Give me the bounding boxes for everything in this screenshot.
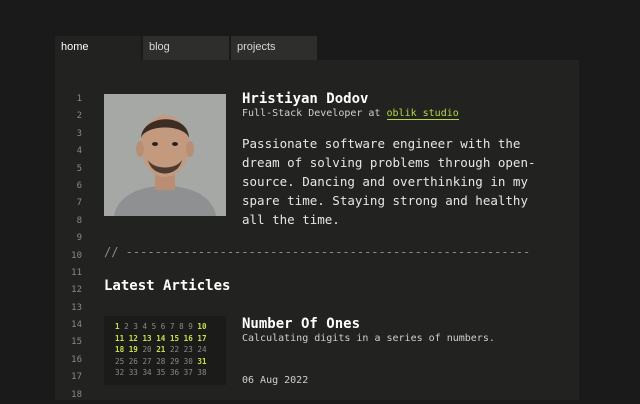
line-number: 16 bbox=[71, 354, 82, 365]
article-date: 06 Aug 2022 bbox=[242, 375, 309, 386]
tab-projects[interactable]: projects bbox=[231, 36, 317, 60]
thumbnail-number: 9 bbox=[188, 322, 193, 331]
thumbnail-number: 10 bbox=[197, 322, 207, 331]
line-number: 14 bbox=[71, 320, 82, 331]
thumbnail-number: 22 bbox=[169, 345, 180, 354]
thumbnail-row: 32 33 34 35 36 37 38 bbox=[115, 367, 226, 379]
company-link[interactable]: oblik studio bbox=[386, 108, 459, 120]
thumbnail-number: 23 bbox=[183, 345, 193, 354]
thumbnail-number: 16 bbox=[183, 333, 193, 343]
thumbnail-number: 33 bbox=[128, 368, 138, 377]
line-number: 6 bbox=[76, 180, 82, 191]
thumbnail-number: 17 bbox=[197, 333, 207, 343]
profile-bio: Passionate software engineer with the dr… bbox=[242, 136, 536, 227]
thumbnail-row: 25 26 27 28 29 30 31 bbox=[115, 356, 226, 368]
line-number: 8 bbox=[76, 215, 82, 226]
line-number: 5 bbox=[76, 163, 82, 174]
line-number: 12 bbox=[71, 285, 82, 296]
line-number: 4 bbox=[76, 146, 82, 157]
thumbnail-number: 36 bbox=[169, 368, 180, 377]
thumbnail-number: 35 bbox=[156, 368, 166, 377]
editor-panel: 1 2 3 4 5 6 7 8 9 10 11 12 13 14 15 16 17 18 Hristiyan Do… bbox=[55, 60, 579, 400]
thumbnail-number: 29 bbox=[169, 356, 180, 366]
thumbnail-number: 6 bbox=[160, 322, 166, 331]
line-number: 15 bbox=[71, 337, 82, 348]
line-number: 10 bbox=[71, 250, 82, 261]
tab-bar: home blog projects bbox=[55, 36, 319, 60]
thumbnail-number: 13 bbox=[142, 333, 152, 343]
line-number: 13 bbox=[71, 302, 82, 313]
article-title-link[interactable]: Number Of Ones bbox=[242, 316, 360, 332]
role-text: Full-Stack Developer at bbox=[242, 108, 381, 119]
thumbnail-number: 8 bbox=[179, 322, 184, 331]
line-number: 9 bbox=[76, 233, 82, 244]
line-number: 2 bbox=[76, 111, 82, 122]
thumbnail-row: 1 2 3 4 5 6 7 8 9 10 bbox=[115, 321, 226, 333]
thumbnail-number: 30 bbox=[183, 356, 193, 366]
thumbnail-number: 28 bbox=[156, 356, 166, 366]
profile-photo bbox=[104, 94, 226, 216]
section-divider-comment: // -------------------------------------… bbox=[104, 245, 530, 259]
thumbnail-number: 11 bbox=[115, 333, 125, 343]
thumbnail-number: 15 bbox=[169, 333, 180, 343]
line-number: 7 bbox=[76, 198, 82, 209]
thumbnail-number: 14 bbox=[156, 333, 166, 343]
thumbnail-number: 3 bbox=[133, 322, 138, 331]
article-description: Calculating digits in a series of number… bbox=[242, 333, 495, 344]
thumbnail-number: 27 bbox=[142, 356, 152, 366]
line-number: 18 bbox=[71, 389, 82, 400]
line-number: 11 bbox=[71, 267, 82, 278]
thumbnail-number: 34 bbox=[142, 368, 152, 377]
thumbnail-number: 32 bbox=[115, 368, 125, 377]
line-number-gutter: 1 2 3 4 5 6 7 8 9 10 11 12 13 14 15 16 17 18 bbox=[55, 91, 95, 404]
profile-name: Hristiyan Dodov bbox=[242, 91, 369, 107]
thumbnail-number: 38 bbox=[197, 368, 207, 377]
latest-articles-heading: Latest Articles bbox=[104, 278, 231, 294]
tab-home[interactable]: home bbox=[55, 36, 141, 60]
tab-blog[interactable]: blog bbox=[143, 36, 229, 60]
thumbnail-number: 2 bbox=[124, 322, 129, 331]
thumbnail-number: 37 bbox=[183, 368, 193, 377]
line-number: 3 bbox=[76, 128, 82, 139]
article-thumbnail[interactable]: 1 2 3 4 5 6 7 8 9 10 11 12 13 14 15 16 17… bbox=[104, 316, 226, 385]
profile-role: Full-Stack Developer at oblik studio bbox=[242, 108, 459, 120]
thumbnail-number: 7 bbox=[169, 322, 175, 331]
line-number: 1 bbox=[76, 94, 82, 104]
thumbnail-number: 18 bbox=[115, 345, 125, 354]
thumbnail-number: 26 bbox=[128, 356, 138, 366]
line-number: 17 bbox=[71, 372, 82, 383]
thumbnail-number: 4 bbox=[142, 322, 148, 331]
thumbnail-number: 21 bbox=[156, 345, 166, 354]
thumbnail-number: 1 bbox=[115, 322, 120, 331]
thumbnail-number: 25 bbox=[115, 356, 125, 366]
portrait-image bbox=[104, 94, 226, 216]
thumbnail-number: 20 bbox=[142, 345, 152, 354]
thumbnail-number: 12 bbox=[128, 333, 138, 343]
thumbnail-number: 24 bbox=[197, 345, 207, 354]
thumbnail-number: 5 bbox=[151, 322, 157, 331]
thumbnail-row: 11 12 13 14 15 16 17 bbox=[115, 333, 226, 345]
thumbnail-row: 18 19 20 21 22 23 24 bbox=[115, 344, 226, 356]
thumbnail-number: 19 bbox=[128, 345, 138, 354]
thumbnail-number: 31 bbox=[197, 356, 207, 366]
